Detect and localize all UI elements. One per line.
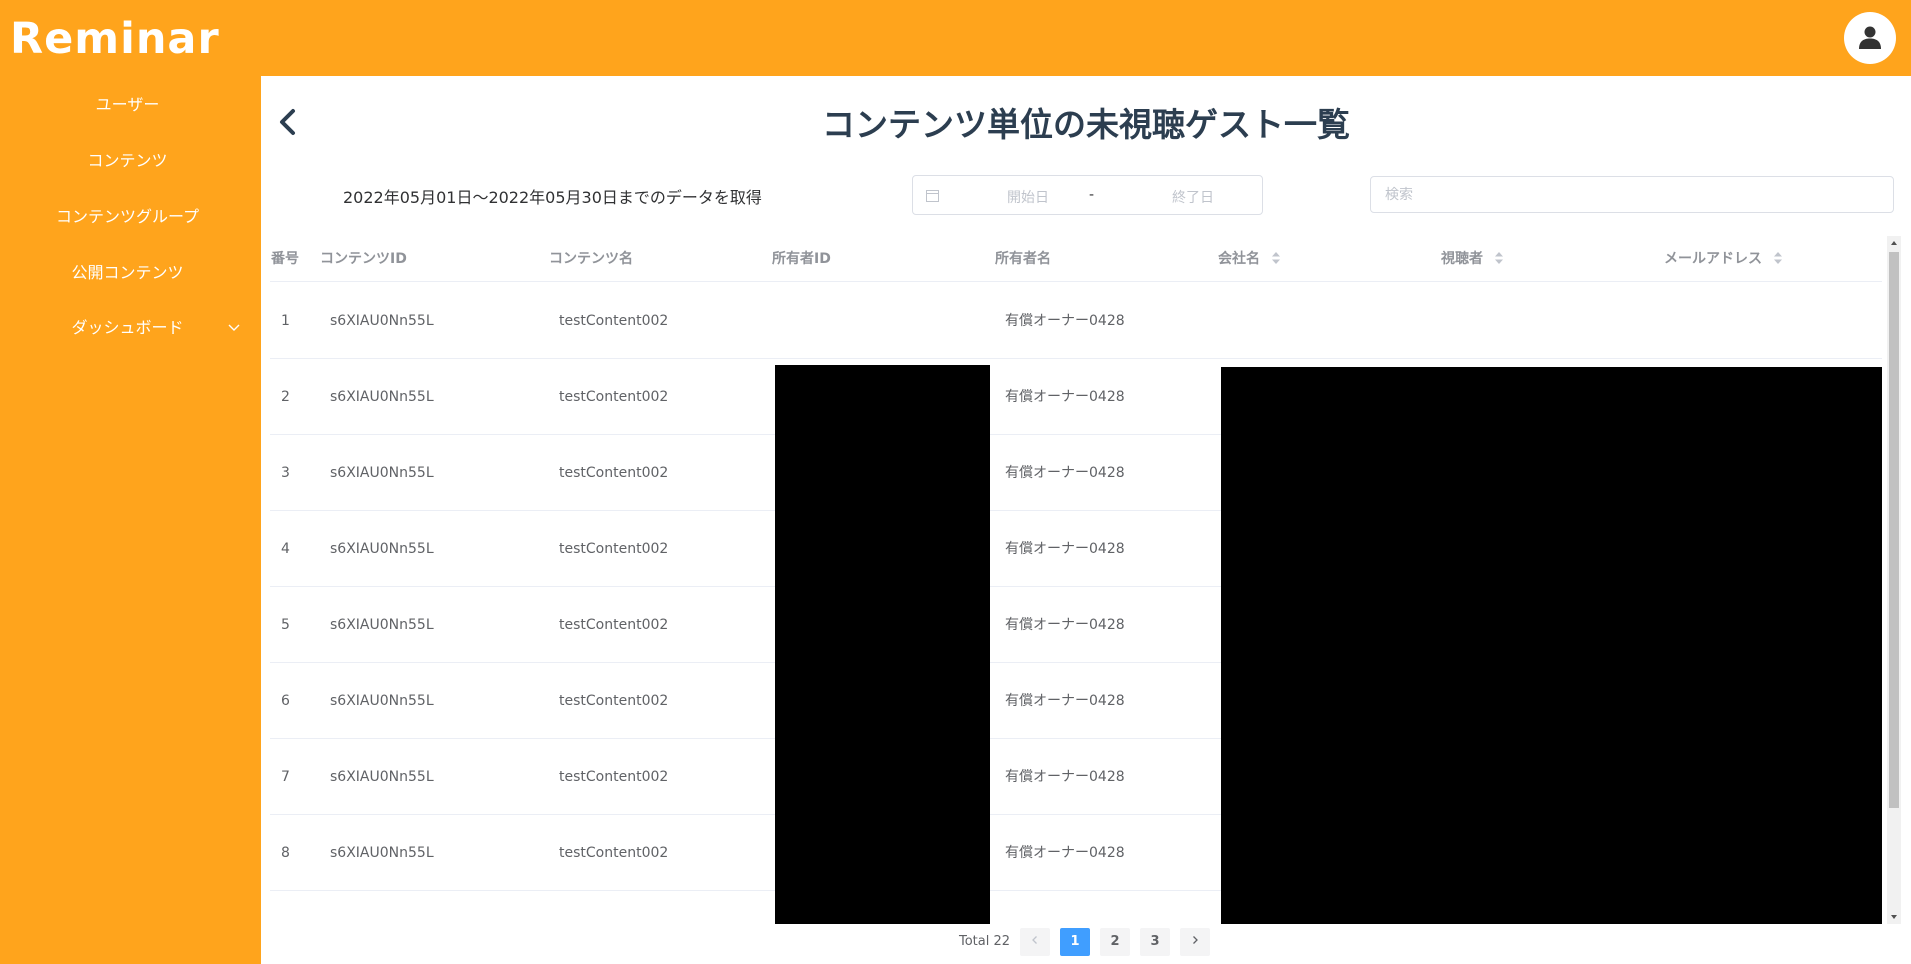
cell-owner-name: 有償オーナー0428 (1005, 845, 1125, 861)
sort-icon[interactable] (1494, 251, 1504, 265)
table-row[interactable]: 1 s6XIAU0Nn55L testContent002 有償オーナー0428 (270, 283, 1882, 359)
sidebar-item-users[interactable]: ユーザー (0, 85, 255, 125)
sidebar-item-public-contents[interactable]: 公開コンテンツ (0, 253, 255, 293)
column-header-content-id: コンテンツID (320, 251, 407, 267)
pagination-prev-button[interactable] (1020, 928, 1050, 956)
chevron-right-icon (1193, 936, 1198, 944)
cell-number: 2 (281, 389, 290, 405)
sidebar-item-label: コンテンツグループ (55, 207, 200, 226)
cell-owner-name: 有償オーナー0428 (1005, 313, 1125, 329)
column-header-viewer[interactable]: 視聴者 (1441, 236, 1504, 282)
calendar-icon (926, 190, 939, 202)
pagination-page-2[interactable]: 2 (1100, 928, 1130, 956)
cell-content-name: testContent002 (559, 313, 669, 329)
cell-owner-name: 有償オーナー0428 (1005, 465, 1125, 481)
cell-content-name: testContent002 (559, 617, 669, 633)
scroll-down-icon[interactable] (1887, 910, 1901, 924)
date-range-text: 2022年05月01日〜2022年05月30日までのデータを取得 (343, 188, 762, 207)
redacted-guest-details (1221, 367, 1882, 924)
cell-content-id: s6XIAU0Nn55L (330, 465, 434, 481)
cell-content-id: s6XIAU0Nn55L (330, 541, 434, 557)
search-input[interactable] (1370, 176, 1894, 213)
cell-owner-name: 有償オーナー0428 (1005, 617, 1125, 633)
date-range-picker[interactable]: 開始日 - 終了日 (912, 175, 1263, 215)
sidebar-item-label: 公開コンテンツ (71, 263, 184, 282)
cell-content-name: testContent002 (559, 541, 669, 557)
cell-content-id: s6XIAU0Nn55L (330, 693, 434, 709)
chevron-down-icon (228, 308, 242, 348)
cell-owner-name: 有償オーナー0428 (1005, 541, 1125, 557)
scroll-up-icon[interactable] (1887, 236, 1901, 250)
redacted-owner-id-column (775, 365, 990, 924)
cell-number: 3 (281, 465, 290, 481)
pagination-next-button[interactable] (1180, 928, 1210, 956)
cell-content-name: testContent002 (559, 845, 669, 861)
sidebar-item-content-groups[interactable]: コンテンツグループ (0, 197, 255, 237)
main-panel: コンテンツ単位の未視聴ゲスト一覧 2022年05月01日〜2022年05月30日… (261, 76, 1911, 964)
cell-number: 1 (281, 313, 290, 329)
page-title: コンテンツ単位の未視聴ゲスト一覧 (822, 105, 1350, 144)
cell-number: 4 (281, 541, 290, 557)
table-header: 番号 コンテンツID コンテンツ名 所有者ID 所有者名 会社名 視聴者 メール… (270, 236, 1882, 282)
sort-icon[interactable] (1773, 251, 1783, 265)
sidebar-item-label: ユーザー (95, 95, 160, 114)
cell-content-name: testContent002 (559, 769, 669, 785)
column-header-owner-name: 所有者名 (995, 251, 1051, 267)
sidebar-item-label: ダッシュボード (71, 318, 184, 337)
start-date-field[interactable]: 開始日 (973, 187, 1083, 207)
end-date-field[interactable]: 終了日 (1138, 187, 1248, 207)
sidebar-item-dashboard[interactable]: ダッシュボード (0, 308, 255, 348)
cell-content-id: s6XIAU0Nn55L (330, 389, 434, 405)
table-scrollbar[interactable] (1887, 236, 1901, 924)
column-header-owner-id: 所有者ID (772, 251, 831, 267)
pagination-page-1[interactable]: 1 (1060, 928, 1090, 956)
cell-number: 7 (281, 769, 290, 785)
scrollbar-thumb[interactable] (1889, 252, 1899, 808)
user-avatar-button[interactable] (1844, 12, 1896, 64)
cell-owner-name: 有償オーナー0428 (1005, 389, 1125, 405)
pagination-page-3[interactable]: 3 (1140, 928, 1170, 956)
cell-owner-name: 有償オーナー0428 (1005, 693, 1125, 709)
column-header-email[interactable]: メールアドレス (1664, 236, 1783, 282)
sidebar: ユーザー コンテンツ コンテンツグループ 公開コンテンツ ダッシュボード (0, 76, 261, 964)
top-bar: Reminar (0, 0, 1911, 76)
cell-content-name: testContent002 (559, 389, 669, 405)
cell-content-name: testContent002 (559, 465, 669, 481)
cell-number: 8 (281, 845, 290, 861)
sidebar-item-contents[interactable]: コンテンツ (0, 141, 255, 181)
cell-content-id: s6XIAU0Nn55L (330, 617, 434, 633)
cell-content-id: s6XIAU0Nn55L (330, 845, 434, 861)
sort-icon[interactable] (1271, 251, 1281, 265)
guest-table: 番号 コンテンツID コンテンツ名 所有者ID 所有者名 会社名 視聴者 メール… (270, 236, 1882, 924)
date-range-separator: - (1089, 187, 1095, 203)
cell-content-id: s6XIAU0Nn55L (330, 313, 434, 329)
sidebar-item-label: コンテンツ (87, 151, 168, 170)
cell-number: 6 (281, 693, 290, 709)
cell-content-name: testContent002 (559, 693, 669, 709)
column-header-number: 番号 (271, 251, 299, 267)
app-logo[interactable]: Reminar (10, 14, 220, 64)
column-header-company-name[interactable]: 会社名 (1218, 236, 1281, 282)
chevron-left-icon (1032, 936, 1037, 944)
user-icon (1859, 26, 1881, 49)
column-header-content-name: コンテンツ名 (549, 251, 633, 267)
cell-number: 5 (281, 617, 290, 633)
pagination-total: Total 22 (959, 934, 1011, 949)
cell-content-id: s6XIAU0Nn55L (330, 769, 434, 785)
cell-owner-name: 有償オーナー0428 (1005, 769, 1125, 785)
